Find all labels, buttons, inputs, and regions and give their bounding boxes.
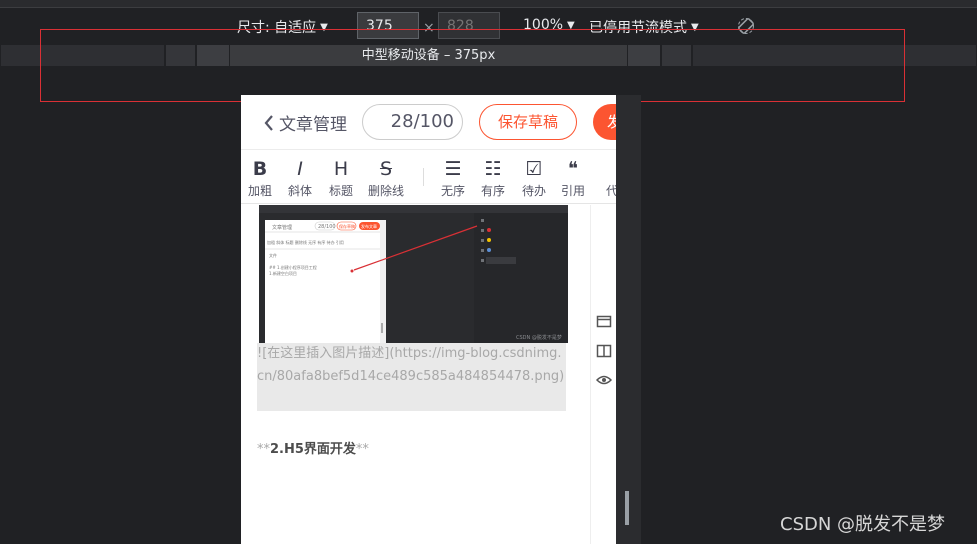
zoom-dropdown[interactable]: 100% ▼ (523, 17, 575, 33)
editor-side-toolbar (590, 205, 616, 544)
thumb-line3: 1.新建空白项目 (269, 271, 297, 276)
h5-heading-line[interactable]: **2.H5界面开发** (257, 438, 369, 457)
ordered-list-tool[interactable]: ☷ 有序 (481, 157, 505, 199)
dimensions-dropdown[interactable]: 尺寸: 自适应 ▼ (237, 17, 328, 37)
inserted-screenshot-image: 文章管理 28/100 保存草稿 发布文章 加粗 斜体 标题 删除线 无序 有序… (259, 205, 568, 343)
thumb-tools: 加粗 斜体 标题 删除线 无序 有序 待办 引用 (267, 240, 344, 245)
save-draft-button[interactable]: 保存草稿 (479, 104, 577, 140)
dimensions-label: 尺寸: 自适应 (237, 20, 317, 36)
unordered-list-tool[interactable]: ☰ 无序 (441, 157, 465, 199)
quote-icon: ❝ (567, 158, 579, 180)
chevron-down-icon: ▼ (691, 21, 699, 33)
media-query-segment[interactable] (627, 45, 661, 66)
heading-tool[interactable]: H 标题 (329, 157, 353, 199)
todo-tool[interactable]: ☑ 待办 (522, 157, 546, 199)
todo-icon: ☑ (525, 158, 543, 180)
thumb-save: 保存草稿 (339, 224, 355, 229)
chevron-down-icon: ▼ (567, 19, 575, 31)
chevron-down-icon: ▼ (320, 21, 328, 33)
code-tool[interactable]: 代 (606, 157, 616, 199)
throttle-dropdown[interactable]: 已停用节流模式 ▼ (589, 17, 699, 37)
italic-icon: I (297, 158, 303, 180)
throttle-label: 已停用节流模式 (589, 20, 687, 36)
zoom-label: 100% (523, 17, 564, 33)
h5-heading-text: 2.H5界面开发 (270, 442, 356, 457)
strikethrough-tool[interactable]: S 删除线 (368, 157, 404, 199)
device-viewport: 文章管理 28/100 保存草稿 发 B 加粗 I 斜体 H 标题 S 删除线 … (241, 95, 616, 544)
watermark-text: CSDN @脱发不是梦 (780, 514, 946, 535)
rotate-icon[interactable] (737, 17, 755, 35)
publish-button[interactable]: 发 (593, 104, 616, 140)
strikethrough-icon: S (379, 158, 393, 180)
bold-tool[interactable]: B 加粗 (248, 157, 272, 199)
markdown-editor[interactable]: 文章管理 28/100 保存草稿 发布文章 加粗 斜体 标题 删除线 无序 有序… (241, 205, 590, 544)
edit-mode-icon[interactable] (596, 313, 612, 329)
image-markdown-text[interactable]: ![在这里插入图片描述](https://img-blog.csdnimg.cn… (257, 343, 566, 411)
screenshot-illustration (259, 205, 568, 343)
device-scrollbar[interactable] (616, 95, 641, 544)
bold-icon: B (252, 158, 268, 180)
media-query-segment[interactable] (165, 45, 196, 66)
thumb-watermark: CSDN @脱发不是梦 (516, 335, 562, 341)
device-toolbar: 尺寸: 自适应 ▼ × 100% ▼ 已停用节流模式 ▼ (0, 9, 977, 43)
split-view-icon[interactable] (596, 343, 612, 359)
media-query-segment[interactable] (661, 45, 692, 66)
ordered-list-icon: ☷ (484, 158, 502, 180)
devtools-top-strip (0, 0, 977, 8)
app-header: 文章管理 28/100 保存草稿 发 (241, 95, 616, 150)
thumb-title: 文章管理 (272, 225, 293, 231)
back-button[interactable]: 文章管理 (263, 110, 347, 135)
thumb-publish: 发布文章 (361, 224, 377, 229)
media-query-label[interactable]: 中型移动设备 – 375px (230, 45, 627, 66)
italic-tool[interactable]: I 斜体 (288, 157, 312, 199)
thumb-counter: 28/100 (318, 224, 336, 230)
unordered-list-icon: ☰ (444, 158, 462, 180)
media-query-segment[interactable] (692, 45, 977, 66)
media-query-segment[interactable] (196, 45, 230, 66)
media-query-segment[interactable] (0, 45, 165, 66)
chevron-left-icon (264, 114, 273, 131)
format-toolbar: B 加粗 I 斜体 H 标题 S 删除线 ☰ 无序 ☷ 有序 ☑ 待办 ❝ 引用… (241, 151, 616, 204)
thumb-line1: 文件 (269, 253, 277, 258)
page-title: 文章管理 (279, 115, 347, 135)
media-query-bar: 中型移动设备 – 375px (0, 45, 977, 66)
width-input[interactable] (357, 12, 419, 39)
scrollbar-thumb[interactable] (625, 491, 629, 525)
height-input[interactable] (438, 12, 500, 39)
quote-tool[interactable]: ❝ 引用 (561, 157, 585, 199)
times-icon: × (423, 20, 435, 36)
word-counter: 28/100 (362, 104, 463, 140)
heading-icon: H (333, 158, 349, 180)
preview-eye-icon[interactable] (596, 372, 612, 388)
toolbar-divider (423, 168, 424, 186)
